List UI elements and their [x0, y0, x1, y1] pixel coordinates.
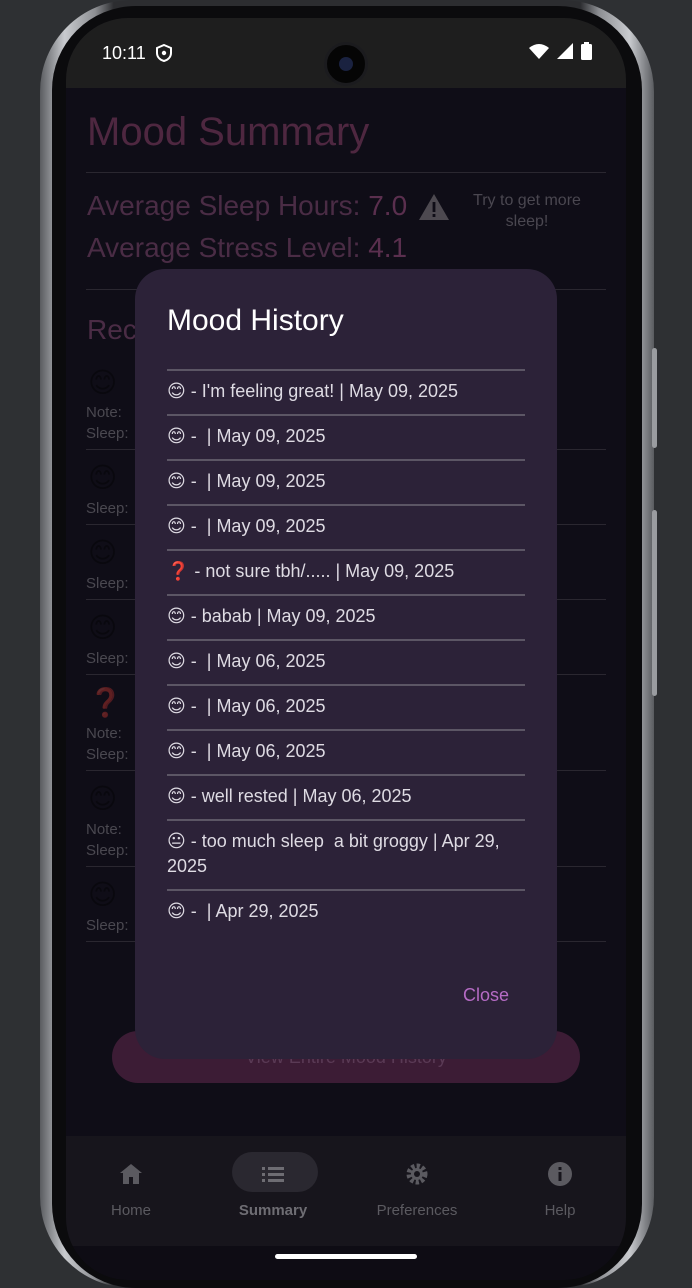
nav-item-summary[interactable]: Summary	[213, 1158, 333, 1219]
mood-history-dialog: Mood History 😊 - I'm feeling great! | Ma…	[135, 269, 557, 1059]
sleep-label: Sleep:	[86, 917, 129, 934]
status-icons	[529, 42, 592, 60]
signal-icon	[557, 43, 573, 59]
screen: Mood Summary Average Sleep Hours: 7.0 Tr…	[66, 18, 626, 1280]
battery-icon	[581, 42, 592, 60]
nav-item-preferences[interactable]: Preferences	[357, 1158, 477, 1219]
info-icon	[548, 1162, 572, 1186]
list-item: 😊 - well rested | May 06, 2025	[167, 774, 525, 819]
list-item: 😐 - too much sleep a bit groggy | Apr 29…	[167, 819, 525, 889]
warning-icon	[419, 194, 449, 220]
list-item: 😊 - | May 09, 2025	[167, 459, 525, 504]
nav-item-home[interactable]: Home	[71, 1158, 191, 1219]
home-icon	[120, 1164, 142, 1184]
shield-icon	[156, 44, 172, 62]
volume-button	[652, 510, 657, 696]
list-item: 😊 - babab | May 09, 2025	[167, 594, 525, 639]
nav-label-preferences: Preferences	[376, 1202, 458, 1219]
list-item: 😊 - | May 09, 2025	[167, 504, 525, 549]
status-time: 10:11	[102, 43, 146, 63]
note-label: Note:	[86, 821, 122, 838]
sleep-label: Sleep:	[86, 746, 129, 763]
avg-stress-value: 4.1	[368, 232, 408, 263]
mood-emoji: ❓	[88, 687, 123, 718]
list-item: 😊 - | May 06, 2025	[167, 729, 525, 774]
sleep-tip: Try to get more sleep!	[473, 192, 581, 230]
sleep-label: Sleep:	[86, 425, 129, 442]
note-label: Note:	[86, 404, 122, 421]
mood-emoji: 😊	[88, 879, 118, 910]
avg-sleep-value: 7.0	[368, 190, 408, 221]
mood-emoji: 😊	[88, 783, 118, 814]
list-icon	[262, 1167, 284, 1182]
avg-sleep-label: Average Sleep Hours:	[87, 190, 361, 221]
front-camera	[324, 42, 368, 86]
list-item: ❓ - not sure tbh/..... | May 09, 2025	[167, 549, 525, 594]
divider	[86, 172, 606, 173]
sleep-label: Sleep:	[86, 650, 129, 667]
mood-emoji: 😊	[88, 537, 118, 568]
gear-icon	[406, 1163, 428, 1185]
dialog-title: Mood History	[167, 304, 344, 337]
status-bar: 10:11	[66, 18, 626, 88]
sleep-label: Sleep:	[86, 500, 129, 517]
nav-item-help[interactable]: Help	[500, 1158, 620, 1219]
mood-emoji: 😊	[88, 462, 118, 493]
list-item: 😊 - | Apr 29, 2025	[167, 889, 525, 934]
avg-stress-line: Average Stress Level: 4.1	[87, 232, 407, 264]
page-title: Mood Summary	[87, 110, 370, 154]
nav-label-help: Help	[544, 1202, 576, 1219]
bottom-nav: Home Summary Preferences Help	[66, 1136, 626, 1246]
mood-emoji: 😊	[88, 367, 118, 398]
list-item: 😊 - | May 06, 2025	[167, 684, 525, 729]
close-button[interactable]: Close	[463, 985, 509, 1006]
power-button	[652, 348, 657, 448]
note-label: Note:	[86, 725, 122, 742]
home-indicator[interactable]	[275, 1254, 417, 1259]
avg-sleep-line: Average Sleep Hours: 7.0	[87, 190, 407, 222]
wifi-icon	[529, 44, 549, 59]
list-item: 😊 - I'm feeling great! | May 09, 2025	[167, 369, 525, 414]
avg-stress-label: Average Stress Level:	[87, 232, 361, 263]
nav-label-home: Home	[110, 1202, 151, 1219]
list-item: 😊 - | May 06, 2025	[167, 639, 525, 684]
list-item: 😊 - | May 09, 2025	[167, 414, 525, 459]
mood-emoji: 😊	[88, 612, 118, 643]
mood-history-list[interactable]: 😊 - I'm feeling great! | May 09, 2025 😊 …	[167, 369, 525, 935]
sleep-label: Sleep:	[86, 842, 129, 859]
recent-heading: Rec	[87, 314, 137, 345]
nav-label-summary: Summary	[238, 1202, 308, 1219]
sleep-label: Sleep:	[86, 575, 129, 592]
